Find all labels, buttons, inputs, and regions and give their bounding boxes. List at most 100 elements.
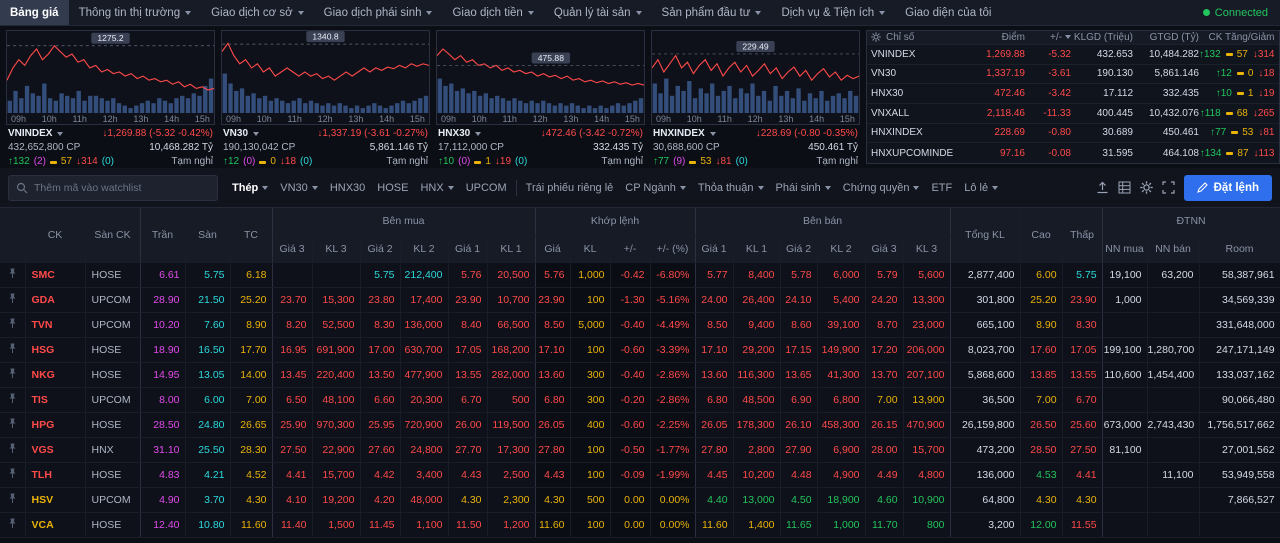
index-name: VNINDEX: [8, 128, 52, 140]
nav-item[interactable]: Giao dịch phái sinh: [314, 0, 443, 25]
index-value-change: ↓1,337.19 (-3.61 -0.27%): [317, 128, 428, 140]
nav-item[interactable]: Thông tin thị trường: [69, 0, 202, 25]
data-cell: 4.41: [272, 462, 312, 487]
ticker-cell[interactable]: GDA: [25, 287, 85, 312]
board-tab[interactable]: Thỏa thuận: [692, 178, 770, 198]
data-cell: 6.70: [448, 387, 487, 412]
pin-cell[interactable]: [0, 312, 25, 337]
pin-cell[interactable]: [0, 487, 25, 512]
upload-icon[interactable]: [1096, 181, 1109, 194]
x-tick-label: 10h: [257, 114, 272, 124]
index-row[interactable]: VN301,337.19-3.61190.1305,861.146↑120↓18: [867, 65, 1279, 85]
index-selector[interactable]: VN30: [223, 128, 259, 140]
data-cell: 4.48: [780, 462, 817, 487]
excel-export-icon[interactable]: [1118, 181, 1131, 194]
ceiling-count: (2): [34, 156, 46, 168]
gear-icon[interactable]: [871, 32, 881, 42]
data-cell: 26.00: [448, 412, 487, 437]
data-cell: 199,100: [1102, 337, 1147, 362]
pin-cell[interactable]: [0, 337, 25, 362]
board-tab[interactable]: HNX30: [324, 178, 371, 198]
nav-item[interactable]: Giao diện của tôi: [895, 0, 1001, 25]
session-status: Tạm nghỉ: [816, 156, 858, 168]
data-cell: 8.90: [230, 312, 272, 337]
board-tab[interactable]: CP Ngành: [619, 178, 692, 198]
index-chart-panel: 1340.809h10h11h12h13h14h15h VN30 ↓1,337.19…: [221, 30, 430, 164]
board-tab[interactable]: ETF: [925, 178, 958, 198]
pin-cell[interactable]: [0, 262, 25, 287]
data-cell: 17,300: [487, 437, 535, 462]
index-row[interactable]: HNXUPCOMINDE97.16-0.0831.595464.108↑1348…: [867, 143, 1279, 163]
nav-item[interactable]: Quản lý tài sản: [544, 0, 652, 25]
search-input[interactable]: [34, 182, 210, 194]
nav-item[interactable]: Bảng giá: [0, 0, 69, 25]
index-selector[interactable]: HNXINDEX: [653, 128, 716, 140]
index-chart: 1275.209h10h11h12h13h14h15h: [6, 30, 215, 125]
data-cell: 212,400: [400, 262, 448, 287]
board-tab[interactable]: Phái sinh: [770, 178, 837, 198]
ticker-cell[interactable]: TVN: [25, 312, 85, 337]
board-tab[interactable]: UPCOM: [460, 178, 513, 198]
chart-x-axis: 09h10h11h12h13h14h15h: [222, 113, 429, 124]
nav-item[interactable]: Sản phẩm đầu tư: [652, 0, 772, 25]
index-row-updown: ↑120↓18: [1199, 68, 1275, 79]
pin-icon: [8, 520, 17, 532]
data-cell: 13,000: [733, 487, 780, 512]
index-row[interactable]: VNXALL2,118.46-11.33400.44510,432.076↑11…: [867, 104, 1279, 124]
ticker-cell[interactable]: HSG: [25, 337, 85, 362]
tab-label: Chứng quyền: [843, 182, 910, 194]
board-tab[interactable]: Thép: [226, 178, 274, 198]
ticker-cell[interactable]: HPG: [25, 412, 85, 437]
ticker-cell[interactable]: TLH: [25, 462, 85, 487]
gear-icon[interactable]: [1140, 181, 1153, 194]
data-cell: [1147, 312, 1199, 337]
nav-item[interactable]: Dịch vụ & Tiện ích: [771, 0, 895, 25]
chevron-down-icon: [312, 186, 318, 190]
board-tab[interactable]: Chứng quyền: [837, 178, 926, 198]
place-order-button[interactable]: Đặt lệnh: [1184, 175, 1272, 201]
watchlist-search[interactable]: [8, 175, 218, 201]
connected-label: Connected: [1215, 7, 1268, 19]
pin-cell[interactable]: [0, 412, 25, 437]
ticker-cell[interactable]: SMC: [25, 262, 85, 287]
pin-cell[interactable]: [0, 287, 25, 312]
ticker-cell[interactable]: VCA: [25, 512, 85, 537]
index-selector[interactable]: VNINDEX: [8, 128, 63, 140]
data-cell: 6.80: [695, 387, 733, 412]
index-row[interactable]: HNXINDEX228.69-0.8030.689450.461↑7753↓81: [867, 124, 1279, 144]
index-row[interactable]: HNX30472.46-3.4217.112332.435↑101↓19: [867, 84, 1279, 104]
pin-cell[interactable]: [0, 437, 25, 462]
index-row-klgd: 30.689: [1071, 127, 1133, 138]
data-cell: 1,500: [312, 512, 360, 537]
ticker-cell[interactable]: VGS: [25, 437, 85, 462]
data-cell: 300: [570, 362, 610, 387]
data-cell: 17.70: [230, 337, 272, 362]
chevron-down-icon: [298, 11, 304, 15]
ticker-cell[interactable]: NKG: [25, 362, 85, 387]
index-header-gtgd: GTGD (Tỷ): [1133, 32, 1199, 43]
data-cell: 16.50: [185, 337, 230, 362]
ticker-cell[interactable]: TIS: [25, 387, 85, 412]
pin-cell[interactable]: [0, 462, 25, 487]
board-tab[interactable]: HOSE: [371, 178, 414, 198]
index-row[interactable]: VNINDEX1,269.88-5.32432.65310,484.282↑13…: [867, 45, 1279, 65]
index-selector[interactable]: HNX30: [438, 128, 481, 140]
board-tab[interactable]: Lô lẻ: [958, 178, 1004, 198]
index-chart: 1340.809h10h11h12h13h14h15h: [221, 30, 430, 125]
board-tab[interactable]: HNX: [414, 178, 459, 198]
nav-item[interactable]: Giao dịch tiền: [442, 0, 543, 25]
pin-cell[interactable]: [0, 362, 25, 387]
index-header-change[interactable]: +/-: [1025, 32, 1071, 43]
data-cell: 24.10: [780, 287, 817, 312]
data-cell: 11.40: [272, 512, 312, 537]
data-cell: 4.50: [780, 487, 817, 512]
down-count: ↓314: [76, 156, 98, 168]
ticker-cell[interactable]: HSV: [25, 487, 85, 512]
pin-cell[interactable]: [0, 512, 25, 537]
pin-cell[interactable]: [0, 387, 25, 412]
nav-item[interactable]: Giao dịch cơ sở: [201, 0, 314, 25]
board-tab[interactable]: Trái phiếu riêng lẻ: [520, 178, 620, 198]
x-tick-label: 14h: [379, 114, 394, 124]
board-tab[interactable]: VN30: [274, 178, 324, 198]
fullscreen-icon[interactable]: [1162, 181, 1175, 194]
